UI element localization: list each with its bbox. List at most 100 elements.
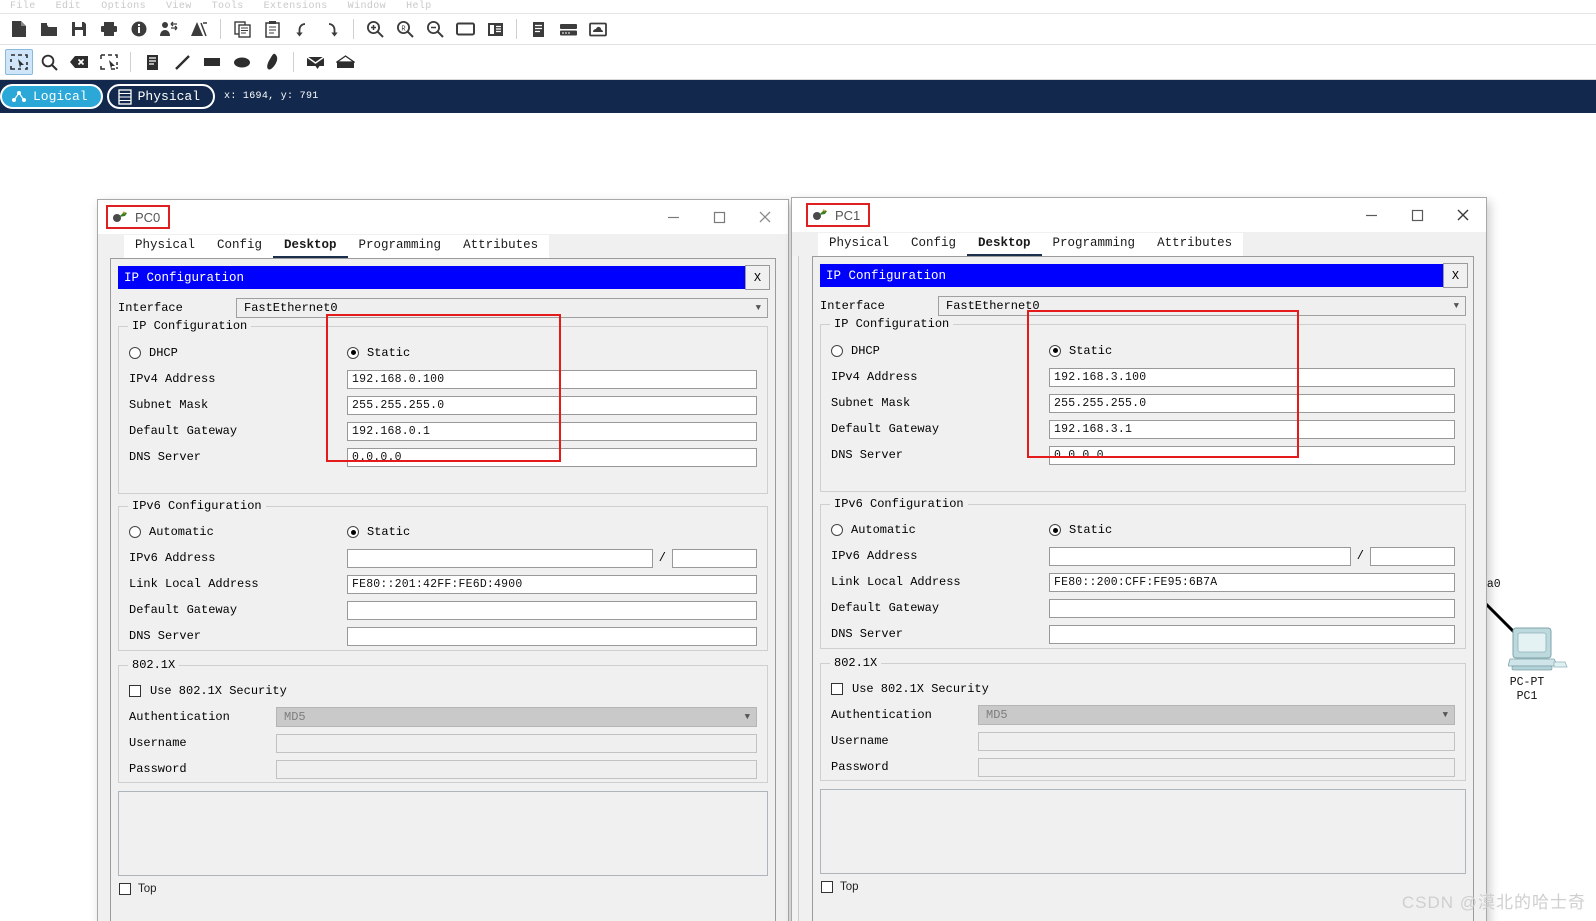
pc1-ipv6-gateway-input[interactable]: [1049, 598, 1455, 618]
pc1-vertical-scrollbar[interactable]: [792, 232, 799, 921]
draw-freeform-icon[interactable]: [258, 49, 286, 75]
pc1-static-radio-option[interactable]: Static: [1049, 344, 1112, 358]
pc1-tab-physical[interactable]: Physical: [818, 233, 901, 256]
pc1-interface-select[interactable]: FastEthernet0 ▼: [938, 295, 1466, 316]
simple-pdu-icon[interactable]: [301, 49, 329, 75]
pc0-ipv6-automatic-option[interactable]: Automatic: [129, 525, 347, 539]
pc1-top-row[interactable]: Top: [813, 874, 1473, 893]
pc0-link-local-input[interactable]: FE80::201:42FF:FE6D:4900: [347, 574, 757, 594]
pc1-default-gateway-input[interactable]: 192.168.3.1: [1049, 419, 1455, 439]
pc0-title-bar[interactable]: PC0: [98, 200, 788, 234]
pc0-static-radio[interactable]: [347, 346, 359, 359]
pc1-link-local-input[interactable]: FE80::200:CFF:FE95:6B7A: [1049, 572, 1455, 592]
pc1-ipv6-static-option[interactable]: Static: [1049, 523, 1112, 537]
pc1-ipv6-automatic-radio[interactable]: [831, 524, 843, 536]
canvas-device-pc1[interactable]: Fa0 PC-PT PC1: [1472, 578, 1582, 703]
activity-wizard-icon[interactable]: [155, 16, 183, 42]
pc1-ipv6-dns-input[interactable]: [1049, 624, 1455, 644]
pc1-title-bar[interactable]: PC1: [792, 198, 1486, 232]
pc1-ipv4-address-input[interactable]: 192.168.3.100: [1049, 367, 1455, 387]
pc0-dot1x-enable-row[interactable]: Use 802.1X Security: [129, 678, 757, 704]
resize-shape-icon[interactable]: [95, 49, 123, 75]
pc0-ipv6-automatic-radio[interactable]: [129, 526, 141, 538]
pc1-subnet-mask-input[interactable]: 255.255.255.0: [1049, 393, 1455, 413]
zoom-out-icon[interactable]: [421, 16, 449, 42]
paste-icon[interactable]: [258, 16, 286, 42]
pc0-default-gateway-input[interactable]: 192.168.0.1: [347, 421, 757, 441]
pc1-ipv6-prefix-input[interactable]: [1370, 546, 1455, 566]
menu-item-view[interactable]: View: [156, 0, 202, 14]
select-icon[interactable]: [5, 49, 33, 75]
device-window-pc0[interactable]: PC0 Physical Config Desktop Programming …: [97, 199, 789, 921]
pc1-close-button[interactable]: [1440, 198, 1486, 232]
pc1-ipv6-automatic-option[interactable]: Automatic: [831, 523, 1049, 537]
info-icon[interactable]: [125, 16, 153, 42]
delete-icon[interactable]: [65, 49, 93, 75]
pc0-username-input[interactable]: [276, 733, 757, 753]
undo-icon[interactable]: [288, 16, 316, 42]
pc0-dns-server-input[interactable]: 0.0.0.0: [347, 447, 757, 467]
print-icon[interactable]: [95, 16, 123, 42]
pc0-dhcp-radio-option[interactable]: DHCP: [129, 346, 347, 360]
menu-item-edit[interactable]: Edit: [46, 0, 92, 14]
pc1-dhcp-radio-option[interactable]: DHCP: [831, 344, 1049, 358]
physical-view-button[interactable]: Physical: [106, 84, 216, 109]
device-list-icon[interactable]: [554, 16, 582, 42]
copy-icon[interactable]: [228, 16, 256, 42]
note-icon[interactable]: [138, 49, 166, 75]
pc0-tab-config[interactable]: Config: [206, 235, 274, 258]
pc0-tab-desktop[interactable]: Desktop: [273, 235, 348, 258]
pc1-username-input[interactable]: [978, 731, 1455, 751]
complex-pdu-icon[interactable]: [331, 49, 359, 75]
menu-item-window[interactable]: Window: [338, 0, 396, 14]
open-folder-icon[interactable]: [35, 16, 63, 42]
menu-item-tools[interactable]: Tools: [202, 0, 254, 14]
save-icon[interactable]: [65, 16, 93, 42]
pc1-authentication-select[interactable]: MD5 ▼: [978, 705, 1455, 725]
pc1-ipv6-address-input[interactable]: [1049, 546, 1351, 566]
pc1-tab-desktop[interactable]: Desktop: [967, 233, 1042, 256]
pc1-tab-config[interactable]: Config: [900, 233, 968, 256]
menu-item-extensions[interactable]: Extensions: [254, 0, 338, 14]
pc0-subnet-mask-input[interactable]: 255.255.255.0: [347, 395, 757, 415]
pc0-top-checkbox[interactable]: [119, 883, 131, 895]
pc1-maximize-button[interactable]: [1394, 198, 1440, 232]
menu-item-options[interactable]: Options: [91, 0, 156, 14]
custom-devices-icon[interactable]: [481, 16, 509, 42]
pc1-password-input[interactable]: [978, 757, 1455, 777]
pc0-tab-programming[interactable]: Programming: [347, 235, 453, 258]
pc1-dns-server-input[interactable]: 0.0.0.0: [1049, 445, 1455, 465]
menu-item-help[interactable]: Help: [396, 0, 442, 14]
pc1-ipconfig-close-button[interactable]: X: [1443, 263, 1468, 288]
pc0-ipv6-prefix-input[interactable]: [672, 548, 757, 568]
panel-icon[interactable]: [524, 16, 552, 42]
zoom-in-icon[interactable]: [361, 16, 389, 42]
pc0-authentication-select[interactable]: MD5 ▼: [276, 707, 757, 727]
palette-icon[interactable]: [451, 16, 479, 42]
pc1-tab-programming[interactable]: Programming: [1041, 233, 1147, 256]
new-file-icon[interactable]: [5, 16, 33, 42]
network-protocol-icon[interactable]: [185, 16, 213, 42]
pc0-interface-select[interactable]: FastEthernet0 ▼: [236, 297, 768, 318]
pc1-tab-attributes[interactable]: Attributes: [1146, 233, 1244, 256]
logical-view-button[interactable]: Logical: [0, 84, 103, 109]
cloud-icon[interactable]: [584, 16, 612, 42]
pc0-dot1x-checkbox[interactable]: [129, 685, 141, 697]
pc0-ipv6-gateway-input[interactable]: [347, 600, 757, 620]
device-window-pc1[interactable]: PC1 Physical Config Desktop Programming …: [791, 197, 1487, 921]
draw-line-icon[interactable]: [168, 49, 196, 75]
pc1-dhcp-radio[interactable]: [831, 344, 843, 357]
pc0-maximize-button[interactable]: [696, 200, 742, 234]
redo-icon[interactable]: [318, 16, 346, 42]
pc0-tab-physical[interactable]: Physical: [124, 235, 207, 258]
pc1-ipv6-static-radio[interactable]: [1049, 524, 1061, 536]
pc1-dot1x-enable-row[interactable]: Use 802.1X Security: [831, 676, 1455, 702]
pc1-dot1x-checkbox[interactable]: [831, 683, 843, 695]
workspace-canvas[interactable]: Fa0 PC-PT PC1 PC0 Physical Config Deskto…: [0, 113, 1596, 921]
pc0-ipv6-dns-input[interactable]: [347, 626, 757, 646]
pc1-minimize-button[interactable]: [1348, 198, 1394, 232]
pc0-close-button[interactable]: [742, 200, 788, 234]
pc0-ipv6-address-input[interactable]: [347, 548, 653, 568]
menu-item-file[interactable]: File: [0, 0, 46, 14]
pc0-dhcp-radio[interactable]: [129, 346, 141, 359]
